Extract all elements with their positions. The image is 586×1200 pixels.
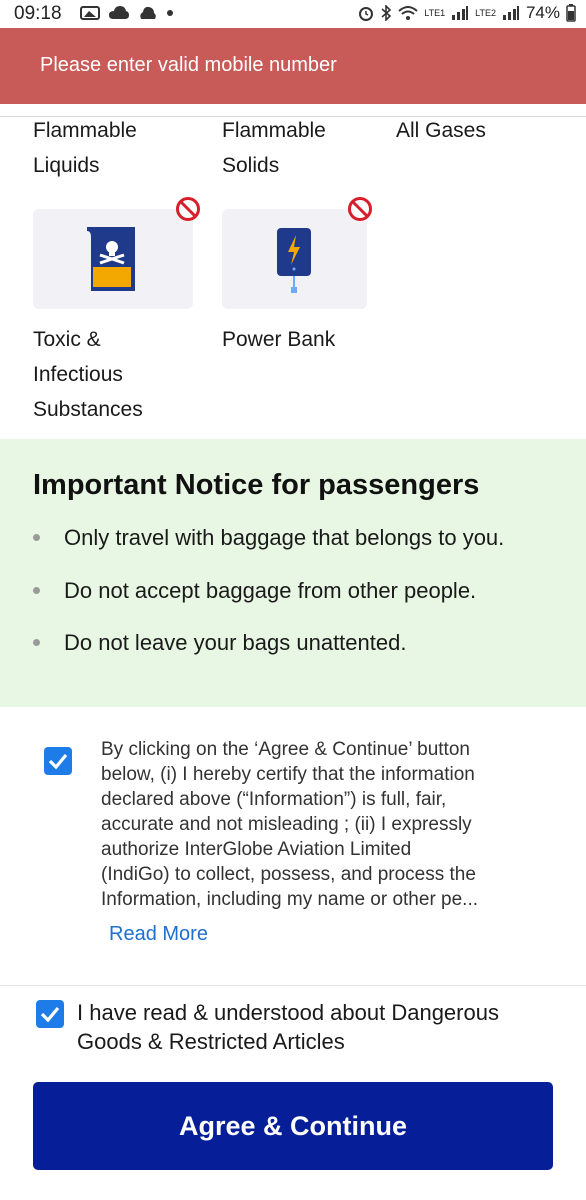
wifi-icon (398, 6, 418, 20)
toxic-beaker-icon (87, 227, 135, 291)
item-label-power-bank: Power Bank (222, 322, 335, 357)
power-bank-card (222, 209, 367, 309)
notification-icons (80, 4, 174, 22)
consent-line: By clicking on the ‘Agree & Continue’ bu… (101, 739, 470, 760)
alarm-icon (359, 7, 374, 21)
label-line: Power Bank (222, 328, 336, 351)
label-line: Liquids (33, 154, 100, 177)
item-label-toxic-substances: Toxic & Infectious Substances (33, 322, 143, 427)
notice-bullet: Only travel with baggage that belongs to… (33, 525, 504, 551)
checkmark-icon (48, 753, 68, 770)
notice-bullet-text: Do not leave your bags unattented. (64, 630, 407, 655)
bullet-dot (33, 638, 40, 646)
consent-line: Information, including my name or other … (101, 889, 479, 910)
section-divider (0, 985, 586, 986)
prohibited-icon (348, 197, 372, 221)
acknowledge-checkbox[interactable] (36, 1000, 64, 1028)
toxic-substances-card (33, 209, 193, 309)
label-line: Toxic & (33, 328, 101, 351)
notice-title: Important Notice for passengers (33, 469, 480, 501)
consent-line: declared above (“Information”) is full, … (101, 789, 447, 810)
error-message: Please enter valid mobile number (40, 54, 337, 76)
cloud-icon (109, 6, 129, 19)
bluetooth-icon (381, 5, 392, 21)
lte1-label: LTE1 (424, 7, 446, 18)
consent-line: below, (i) I hereby certify that the inf… (101, 764, 475, 785)
notice-bullet: Do not accept baggage from other people. (33, 578, 476, 604)
consent-text: By clicking on the ‘Agree & Continue’ bu… (101, 737, 541, 912)
clock: 09:18 (14, 3, 62, 24)
notice-bullet-text: Do not accept baggage from other people. (64, 578, 477, 603)
checkmark-icon (40, 1006, 60, 1023)
bullet-dot (33, 586, 40, 594)
battery-percentage: 74% (525, 3, 560, 22)
consent-line: authorize InterGlobe Aviation Limited (101, 839, 412, 860)
system-icons: LTE1 LTE2 74% (358, 3, 576, 23)
consent-section: By clicking on the ‘Agree & Continue’ bu… (0, 707, 586, 985)
important-notice: Important Notice for passengers Only tra… (0, 439, 586, 707)
label-line: Solids (222, 154, 280, 177)
more-notifications-dot-icon (167, 10, 173, 16)
read-more-link[interactable]: Read More (109, 923, 208, 946)
lte2-label: LTE2 (475, 7, 496, 18)
consent-checkbox[interactable] (44, 747, 72, 775)
item-label-flammable-solids: Flammable Solids (222, 113, 326, 183)
consent-line: (IndiGo) to collect, possess, and proces… (101, 864, 476, 885)
signal2-icon (502, 6, 519, 20)
consent-line: accurate and not misleading ; (ii) I exp… (101, 814, 472, 835)
weather-icon (140, 6, 156, 19)
item-label-flammable-liquids: Flammable Liquids (33, 113, 137, 183)
agree-continue-button[interactable]: Agree & Continue (33, 1082, 553, 1170)
status-bar: 09:18 LTE1 LTE2 74% (0, 0, 586, 28)
notice-bullet-text: Only travel with baggage that belongs to… (64, 525, 505, 550)
item-label-all-gases: All Gases (396, 113, 486, 148)
label-line: Flammable (222, 119, 326, 142)
battery-icon (566, 4, 576, 22)
acknowledge-text: I have read & understood about Dangerous… (77, 1000, 499, 1054)
error-toast: Please enter valid mobile number (0, 28, 586, 104)
bullet-dot (33, 533, 40, 541)
gallery-notification-icon (80, 6, 100, 20)
label-line: All Gases (396, 119, 486, 142)
power-bank-icon (277, 228, 311, 293)
signal1-icon (452, 6, 469, 20)
prohibited-icon (176, 197, 200, 221)
label-line: Substances (33, 398, 143, 421)
label-line: Flammable (33, 119, 137, 142)
label-line: Infectious (33, 363, 123, 386)
notice-bullet: Do not leave your bags unattented. (33, 630, 406, 656)
